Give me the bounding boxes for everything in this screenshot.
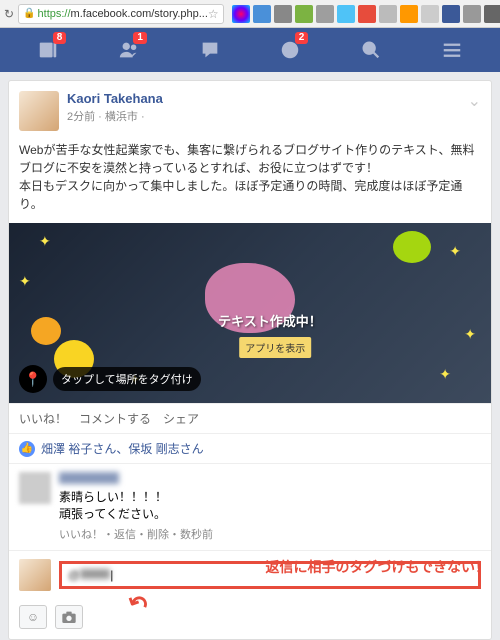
badge-count: 1 bbox=[133, 32, 147, 44]
ext-icon[interactable] bbox=[484, 5, 500, 23]
emoji-button[interactable]: ☺ bbox=[19, 605, 47, 629]
camera-button[interactable] bbox=[55, 605, 83, 629]
ext-icon[interactable] bbox=[379, 5, 397, 23]
character-illustration bbox=[31, 317, 61, 345]
nav-news-feed[interactable]: 8 bbox=[28, 28, 68, 72]
comment-text: 素晴らしい！！！！ 頑張ってください。 bbox=[59, 489, 481, 523]
ext-icon[interactable] bbox=[232, 5, 250, 23]
badge-count: 2 bbox=[295, 32, 309, 44]
ext-icon[interactable] bbox=[274, 5, 292, 23]
browser-address-bar: ↻ 🔒 https://m.facebook.com/story.php... … bbox=[0, 0, 500, 28]
url-input[interactable]: 🔒 https://m.facebook.com/story.php... ☆ bbox=[18, 4, 224, 24]
post-menu-chevron-icon[interactable]: ⌄ bbox=[468, 91, 481, 111]
commenter-avatar[interactable] bbox=[19, 472, 51, 504]
ext-icon[interactable] bbox=[295, 5, 313, 23]
share-button[interactable]: シェア bbox=[163, 410, 199, 427]
badge-count: 8 bbox=[53, 32, 67, 44]
nav-menu[interactable] bbox=[432, 28, 472, 72]
author-name[interactable]: Kaori Takehana bbox=[67, 91, 468, 106]
extension-icons bbox=[232, 5, 500, 23]
nav-messages[interactable] bbox=[190, 28, 230, 72]
show-app-button[interactable]: アプリを表示 bbox=[239, 337, 311, 358]
lock-icon: 🔒 bbox=[23, 8, 35, 19]
post-body-text: Webが苦手な女性起業家でも、集客に繋げられるブログサイト作りのテキスト、無料ブ… bbox=[9, 141, 491, 223]
reload-icon[interactable]: ↻ bbox=[4, 6, 14, 22]
comment-item: 素晴らしい！！！！ 頑張ってください。 いいね！・返信・削除・数秒前 bbox=[9, 463, 491, 550]
ext-icon[interactable] bbox=[400, 5, 418, 23]
post-image[interactable]: ✦ ✦ ✦ ✦ ✦ ✦ テキスト作成中！ アプリを表示 📍 タップして場所をタグ… bbox=[9, 223, 491, 403]
facebook-nav-bar: 8 1 2 bbox=[0, 28, 500, 72]
nav-search[interactable] bbox=[351, 28, 391, 72]
my-avatar bbox=[19, 559, 51, 591]
ext-icon[interactable] bbox=[253, 5, 271, 23]
post-card: Kaori Takehana 2分前 · 横浜市 · ⌄ Webが苦手な女性起業… bbox=[8, 80, 492, 640]
ext-icon[interactable] bbox=[358, 5, 376, 23]
bookmark-star-icon[interactable]: ☆ bbox=[208, 7, 219, 21]
ext-icon[interactable] bbox=[442, 5, 460, 23]
character-illustration bbox=[393, 231, 431, 263]
image-overlay-text: テキスト作成中！ bbox=[218, 311, 322, 330]
comment-actions[interactable]: いいね！・返信・削除・数秒前 bbox=[59, 526, 481, 542]
reply-tools: ☺ ↶ bbox=[9, 599, 491, 639]
likes-summary[interactable]: 👍 畑澤 裕子さん、保坂 剛志さん bbox=[9, 433, 491, 463]
like-button[interactable]: いいね！ bbox=[19, 410, 67, 427]
commenter-name[interactable] bbox=[59, 472, 119, 484]
ext-icon[interactable] bbox=[463, 5, 481, 23]
ext-icon[interactable] bbox=[421, 5, 439, 23]
author-avatar[interactable] bbox=[19, 91, 59, 131]
nav-notifications[interactable]: 2 bbox=[270, 28, 310, 72]
nav-friends[interactable]: 1 bbox=[109, 28, 149, 72]
location-pin-icon: 📍 bbox=[19, 365, 47, 393]
comment-button[interactable]: コメントする bbox=[79, 410, 151, 427]
post-timestamp: 2分前 · 横浜市 · bbox=[67, 108, 468, 124]
post-header: Kaori Takehana 2分前 · 横浜市 · ⌄ bbox=[9, 81, 491, 141]
ext-icon[interactable] bbox=[337, 5, 355, 23]
ext-icon[interactable] bbox=[316, 5, 334, 23]
reply-input[interactable]: @| bbox=[59, 561, 481, 589]
like-icon: 👍 bbox=[19, 441, 35, 457]
reply-composer: @| 返信に相手のタグづけもできない！ bbox=[9, 550, 491, 599]
post-action-bar: いいね！ コメントする シェア bbox=[9, 403, 491, 433]
tag-location-button[interactable]: 📍 タップして場所をタグ付け bbox=[19, 365, 201, 393]
